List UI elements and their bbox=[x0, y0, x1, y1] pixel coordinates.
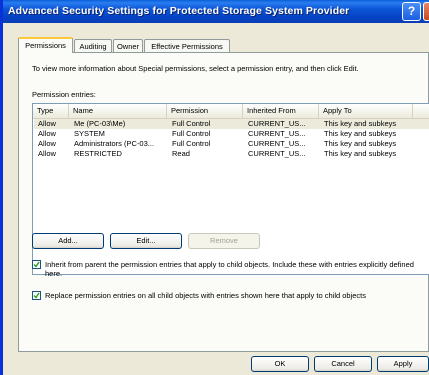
replace-checkbox-label: Replace permission entries on all child … bbox=[45, 291, 367, 300]
cell-apply-to: This key and subkeys bbox=[324, 149, 397, 158]
security-settings-window: Advanced Security Settings for Protected… bbox=[0, 0, 429, 375]
cell-permission: Full Control bbox=[172, 129, 211, 138]
info-text: To view more information about Special p… bbox=[32, 64, 359, 73]
table-row[interactable]: Allow SYSTEM Full Control CURRENT_US... … bbox=[34, 129, 429, 139]
list-header: Type Name Permission Inherited From Appl… bbox=[33, 104, 429, 119]
cell-apply-to: This key and subkeys bbox=[324, 139, 397, 148]
help-icon: ? bbox=[407, 4, 416, 18]
permission-entries-list[interactable]: Type Name Permission Inherited From Appl… bbox=[32, 103, 429, 275]
table-row[interactable]: Allow Administrators (PC-03... Full Cont… bbox=[34, 139, 429, 149]
replace-checkbox[interactable] bbox=[32, 291, 41, 300]
ok-button[interactable]: OK bbox=[251, 356, 309, 372]
replace-checkbox-row[interactable]: Replace permission entries on all child … bbox=[32, 291, 417, 301]
tab-effective-permissions[interactable]: Effective Permissions bbox=[144, 39, 230, 52]
cell-name: Administrators (PC-03... bbox=[74, 139, 155, 148]
cell-type: Allow bbox=[38, 149, 56, 158]
cell-inherited-from: CURRENT_US... bbox=[248, 129, 306, 138]
help-button[interactable]: ? bbox=[402, 2, 421, 21]
cell-permission: Read bbox=[172, 149, 190, 158]
cell-type: Allow bbox=[38, 119, 56, 128]
title-bar[interactable]: Advanced Security Settings for Protected… bbox=[3, 0, 429, 23]
remove-button[interactable]: Remove bbox=[188, 233, 260, 249]
cell-name: RESTRICTED bbox=[74, 149, 122, 158]
tab-auditing[interactable]: Auditing bbox=[74, 39, 112, 52]
column-header-permission[interactable]: Permission bbox=[167, 104, 243, 118]
inherit-checkbox-row[interactable]: Inherit from parent the permission entri… bbox=[32, 260, 417, 280]
cell-name: SYSTEM bbox=[74, 129, 105, 138]
window-title: Advanced Security Settings for Protected… bbox=[8, 5, 350, 17]
inherit-checkbox[interactable] bbox=[32, 260, 41, 269]
tab-owner[interactable]: Owner bbox=[113, 39, 143, 52]
permissions-panel: To view more information about Special p… bbox=[18, 52, 429, 352]
cancel-button[interactable]: Cancel bbox=[314, 356, 372, 372]
cell-inherited-from: CURRENT_US... bbox=[248, 119, 306, 128]
column-header-type[interactable]: Type bbox=[33, 104, 69, 118]
table-row[interactable]: Allow Me (PC-03\Me) Full Control CURRENT… bbox=[34, 119, 429, 129]
cell-apply-to: This key and subkeys bbox=[324, 129, 397, 138]
add-button[interactable]: Add... bbox=[32, 233, 104, 249]
cell-type: Allow bbox=[38, 129, 56, 138]
column-header-inherited-from[interactable]: Inherited From bbox=[243, 104, 319, 118]
table-row[interactable]: Allow RESTRICTED Read CURRENT_US... This… bbox=[34, 149, 429, 159]
checkmark-icon bbox=[33, 261, 40, 268]
cell-permission: Full Control bbox=[172, 139, 211, 148]
tab-permissions[interactable]: Permissions bbox=[18, 37, 73, 53]
column-header-apply-to[interactable]: Apply To bbox=[319, 104, 413, 118]
inherit-checkbox-label: Inherit from parent the permission entri… bbox=[45, 260, 414, 278]
cell-name: Me (PC-03\Me) bbox=[74, 119, 126, 128]
cell-inherited-from: CURRENT_US... bbox=[248, 149, 306, 158]
column-header-name[interactable]: Name bbox=[69, 104, 167, 118]
cell-apply-to: This key and subkeys bbox=[324, 119, 397, 128]
close-button[interactable]: X bbox=[423, 2, 429, 21]
checkmark-icon bbox=[33, 292, 40, 299]
edit-button[interactable]: Edit... bbox=[110, 233, 182, 249]
permission-entries-label: Permission entries: bbox=[32, 90, 96, 99]
apply-button[interactable]: Apply bbox=[377, 356, 429, 372]
cell-inherited-from: CURRENT_US... bbox=[248, 139, 306, 148]
cell-type: Allow bbox=[38, 139, 56, 148]
cell-permission: Full Control bbox=[172, 119, 211, 128]
